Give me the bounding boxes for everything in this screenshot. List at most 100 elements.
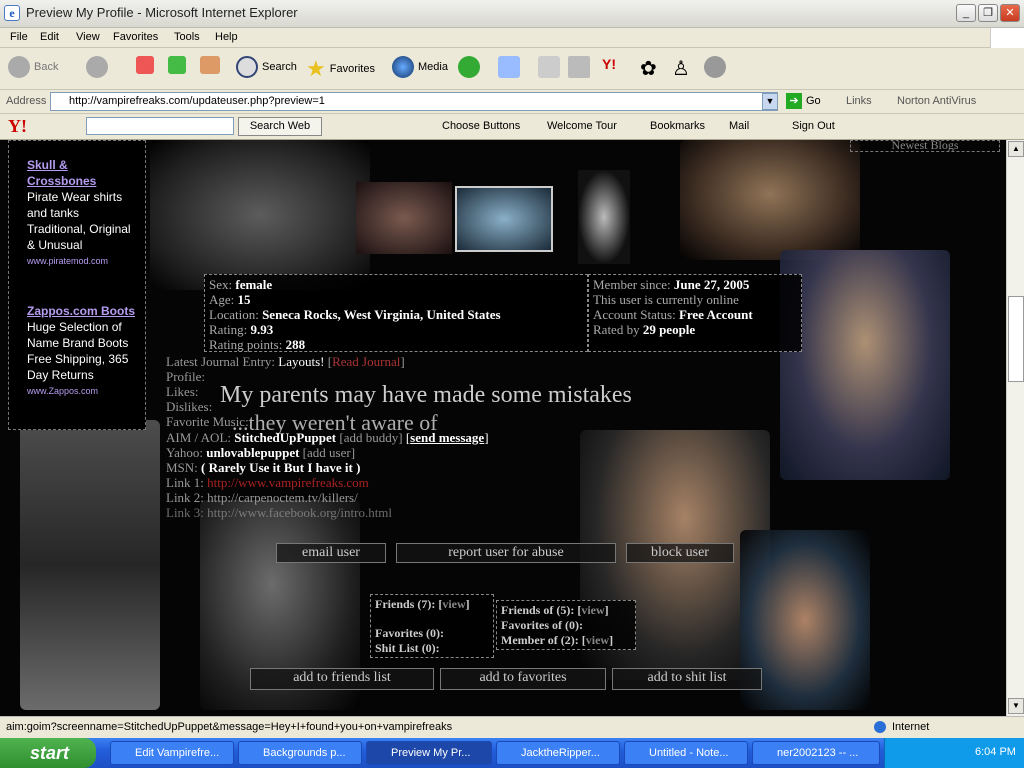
menu-help[interactable]: Help	[215, 31, 238, 43]
favorites-button[interactable]: ★ Favorites	[306, 56, 375, 82]
media-button[interactable]: Media	[392, 56, 448, 78]
scroll-up-arrow[interactable]: ▲	[1008, 141, 1024, 157]
vertical-scrollbar[interactable]: ▲ ▼	[1006, 140, 1024, 716]
stop-button[interactable]	[136, 56, 154, 74]
yahoo-search-input[interactable]	[86, 117, 234, 135]
location-value: Seneca Rocks, West Virginia, United Stat…	[262, 307, 501, 322]
mail-link[interactable]: Mail	[729, 120, 749, 132]
email-user-button[interactable]: email user	[276, 543, 386, 563]
member-since-value: June 27, 2005	[673, 277, 750, 292]
add-buddy-link[interactable]: add buddy	[344, 430, 399, 445]
welcome-tour[interactable]: Welcome Tour	[547, 120, 617, 132]
home-button[interactable]	[200, 56, 220, 74]
mail-icon	[498, 56, 520, 78]
yahoo-messenger-button[interactable]: Y!	[602, 56, 616, 72]
task-jacktheripper[interactable]: JacktheRipper...	[496, 741, 620, 765]
view-member-of-link[interactable]: view	[586, 633, 609, 647]
sign-out[interactable]: Sign Out	[792, 120, 835, 132]
minimize-button[interactable]: _	[956, 4, 976, 22]
edit-button[interactable]	[568, 56, 590, 78]
online-status: This user is currently online	[593, 292, 739, 307]
sex-value: female	[235, 277, 273, 292]
menu-bar: File Edit View Favorites Tools Help	[0, 28, 1024, 48]
person-icon: ♙	[672, 58, 690, 80]
add-to-friends-button[interactable]: add to friends list	[250, 668, 434, 690]
address-input[interactable]: http://vampirefreaks.com/updateuser.php?…	[50, 92, 778, 111]
search-button[interactable]: Search	[236, 56, 297, 78]
history-icon	[458, 56, 480, 78]
link2-row: Link 2: http://carpenoctem.tv/killers/	[166, 490, 358, 505]
task-edit-vampirefreaks[interactable]: Edit Vampirefre...	[110, 741, 234, 765]
stop-icon	[136, 56, 154, 74]
age-value: 15	[237, 292, 251, 307]
yahoo-toolbar: Y! Search Web Choose Buttons Welcome Tou…	[0, 114, 1024, 140]
ad-sidebar: Skull & Crossbones Pirate Wear shirts an…	[8, 140, 146, 430]
refresh-icon	[168, 56, 186, 74]
print-button[interactable]	[538, 56, 560, 78]
scroll-thumb[interactable]	[1008, 296, 1024, 382]
msn-value: ( Rarely Use it But I have it )	[201, 460, 361, 475]
menu-file[interactable]: File	[10, 31, 28, 43]
flower-button[interactable]: ✿	[640, 56, 657, 81]
profile-thumbnail[interactable]	[578, 170, 630, 264]
links-label[interactable]: Links	[846, 95, 872, 107]
ad-title-link[interactable]: Skull & Crossbones	[27, 157, 139, 189]
history-button[interactable]	[458, 56, 480, 78]
discuss-button[interactable]	[704, 56, 726, 78]
go-button[interactable]: ➔ Go	[786, 93, 821, 109]
mail-button[interactable]	[498, 56, 520, 78]
link3-value[interactable]: http://www.facebook.org/intro.html	[207, 505, 392, 520]
search-web-button[interactable]: Search Web	[238, 117, 322, 136]
printer-icon	[538, 56, 560, 78]
ad-url[interactable]: www.piratemod.com	[27, 253, 139, 269]
task-backgrounds[interactable]: Backgrounds p...	[238, 741, 362, 765]
internet-zone-icon	[874, 721, 886, 733]
refresh-button[interactable]	[168, 56, 186, 74]
likes-label: Likes:	[166, 384, 199, 399]
add-to-favorites-button[interactable]: add to favorites	[440, 668, 606, 690]
yahoo-logo[interactable]: Y!	[8, 116, 27, 137]
start-button[interactable]: start	[0, 738, 96, 768]
media-icon	[392, 56, 414, 78]
menu-favorites[interactable]: Favorites	[113, 31, 158, 43]
maximize-button[interactable]: ❐	[978, 4, 998, 22]
rating-points-value: 288	[285, 337, 306, 352]
window-title: Preview My Profile - Microsoft Internet …	[26, 5, 298, 20]
profile-label: Profile:	[166, 369, 205, 384]
read-journal-link[interactable]: Read Journal	[332, 354, 400, 369]
send-message-link[interactable]: send message	[410, 430, 484, 445]
view-friends-link[interactable]: view	[442, 597, 465, 611]
add-to-shit-list-button[interactable]: add to shit list	[612, 668, 762, 690]
address-bar: Address http://vampirefreaks.com/updateu…	[0, 90, 1024, 114]
forward-button[interactable]	[86, 56, 108, 78]
link2-value[interactable]: http://carpenoctem.tv/killers/	[207, 490, 358, 505]
address-dropdown[interactable]: ▼	[762, 93, 778, 110]
banner-graphic	[300, 140, 820, 174]
profile-thumbnail-selected[interactable]	[455, 186, 553, 252]
zone-label: Internet	[892, 721, 930, 733]
back-button[interactable]: Back	[8, 56, 58, 78]
task-ner2002123[interactable]: ner2002123 -- ...	[752, 741, 880, 765]
link1-value[interactable]: http://www.vampirefreaks.com	[207, 475, 369, 490]
block-user-button[interactable]: block user	[626, 543, 734, 563]
menu-view[interactable]: View	[76, 31, 100, 43]
ad-title-link[interactable]: Zappos.com Boots	[27, 303, 139, 319]
choose-buttons[interactable]: Choose Buttons	[442, 120, 520, 132]
bookmarks[interactable]: Bookmarks	[650, 120, 705, 132]
view-friends-of-link[interactable]: view	[581, 603, 604, 617]
menu-tools[interactable]: Tools	[174, 31, 200, 43]
close-button[interactable]: ✕	[1000, 4, 1020, 22]
menu-edit[interactable]: Edit	[40, 31, 59, 43]
add-user-link[interactable]: add user	[307, 445, 351, 460]
norton-label[interactable]: Norton AntiVirus	[897, 95, 976, 107]
task-preview-my-profile[interactable]: Preview My Pr...	[366, 741, 492, 765]
profile-quote: My parents may have made some mistakes	[220, 382, 632, 408]
report-user-button[interactable]: report user for abuse	[396, 543, 616, 563]
yahoo-row: Yahoo: unlovablepuppet [add user]	[166, 445, 356, 460]
scroll-down-arrow[interactable]: ▼	[1008, 698, 1024, 714]
task-notepad[interactable]: Untitled - Note...	[624, 741, 748, 765]
ad-url[interactable]: www.Zappos.com	[27, 383, 139, 399]
messenger-button[interactable]: ♙	[672, 56, 690, 81]
profile-thumbnail[interactable]	[356, 182, 452, 254]
journal-title: Layouts!	[278, 354, 325, 369]
